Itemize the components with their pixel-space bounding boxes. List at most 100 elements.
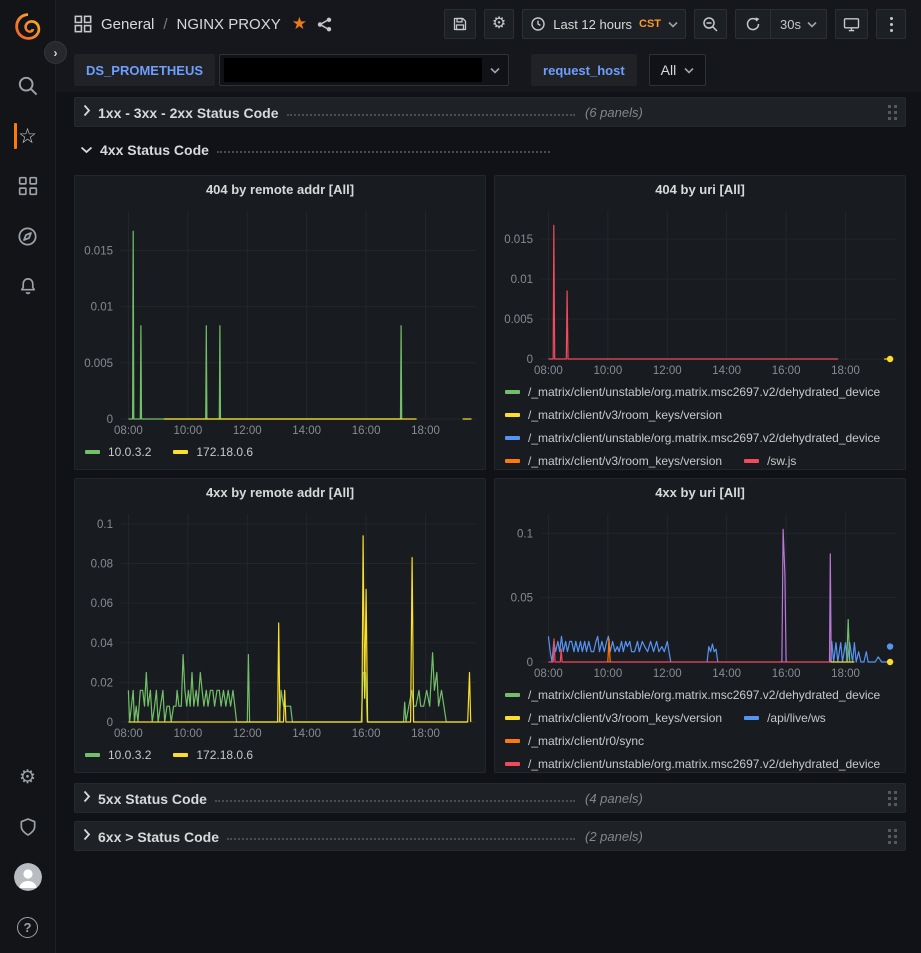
clock-icon	[530, 16, 546, 32]
legend-item[interactable]: 10.0.3.2	[85, 445, 151, 459]
legend-swatch	[85, 753, 100, 757]
sidebar-item-alerting[interactable]	[0, 274, 56, 298]
favorite-star-icon[interactable]: ★	[292, 14, 307, 34]
legend-swatch	[505, 693, 520, 697]
dashboards-grid-icon	[18, 176, 38, 196]
legend-item[interactable]: /_matrix/client/v3/room_keys/version	[505, 711, 722, 725]
chevron-down-icon	[490, 67, 500, 74]
legend-item[interactable]: 172.18.0.6	[173, 445, 253, 459]
kebab-icon	[890, 17, 893, 32]
legend-label: /_matrix/client/unstable/org.matrix.msc2…	[528, 688, 880, 702]
legend-item[interactable]: /_matrix/client/unstable/org.matrix.msc2…	[505, 757, 880, 771]
series-line	[548, 225, 838, 359]
refresh-interval-value: 30s	[780, 17, 801, 32]
legend-swatch	[505, 762, 520, 766]
row-drag-handle[interactable]	[888, 105, 897, 120]
sidebar-item-explore[interactable]	[0, 224, 56, 248]
refresh-interval-select[interactable]: 30s	[770, 10, 826, 38]
panel-title[interactable]: 4xx by remote addr [All]	[75, 479, 485, 505]
chart-canvas[interactable]: 08:0010:0012:0014:0016:0018:0000.0050.01…	[495, 202, 905, 379]
time-range-picker[interactable]: Last 12 hours CST	[522, 9, 686, 39]
row-5xx[interactable]: 5xx Status Code (4 panels)	[74, 783, 906, 813]
chart-canvas[interactable]: 08:0010:0012:0014:0016:0018:0000.0050.01…	[75, 202, 485, 439]
save-dashboard-button[interactable]	[444, 9, 476, 39]
dotted-leader	[215, 800, 575, 802]
x-tick-label: 16:00	[352, 425, 381, 437]
series-line	[128, 231, 401, 419]
cycle-view-mode-button[interactable]	[835, 9, 868, 39]
chart-canvas[interactable]: 08:0010:0012:0014:0016:0018:0000.020.040…	[75, 505, 485, 742]
shield-icon	[18, 817, 38, 837]
sidebar-item-profile[interactable]	[0, 865, 56, 889]
star-outline-icon: ☆	[18, 124, 37, 149]
legend-item[interactable]: /_matrix/client/r0/sync	[505, 734, 644, 748]
page-title[interactable]: NGINX PROXY	[177, 16, 281, 33]
row-6xx[interactable]: 6xx > Status Code (2 panels)	[74, 821, 906, 851]
variables-bar: DS_PROMETHEUS request_host All	[56, 48, 921, 92]
legend-row: 10.0.3.2 172.18.0.6	[85, 743, 475, 766]
legend-item[interactable]: /api/live/ws	[744, 711, 826, 725]
legend-item[interactable]: /sw.js	[744, 454, 796, 468]
dashboard-settings-button[interactable]: ⚙	[484, 9, 514, 39]
breadcrumb-section[interactable]: General	[101, 16, 154, 33]
x-tick-label: 18:00	[831, 668, 860, 680]
sidebar-expand-button[interactable]: ›	[44, 41, 67, 64]
more-options-button[interactable]	[876, 9, 906, 39]
sidebar-item-dashboards[interactable]	[0, 174, 56, 198]
sidebar-item-server-admin[interactable]	[0, 815, 56, 839]
app-root: › ☆	[0, 0, 921, 953]
row-1xx-3xx-2xx[interactable]: 1xx - 3xx - 2xx Status Code (6 panels)	[74, 97, 906, 127]
panel-title[interactable]: 404 by remote addr [All]	[75, 176, 485, 202]
legend-label: 10.0.3.2	[108, 748, 151, 762]
datasource-select[interactable]	[219, 54, 509, 86]
monitor-icon	[843, 16, 860, 33]
legend-item[interactable]: /_matrix/client/unstable/org.matrix.msc2…	[505, 385, 880, 399]
y-tick-label: 0.08	[91, 559, 113, 571]
refresh-button[interactable]	[736, 10, 770, 38]
grafana-logo[interactable]	[11, 10, 45, 44]
breadcrumb: General / NGINX PROXY ★	[74, 14, 333, 34]
sidebar-item-configuration[interactable]: ⚙	[0, 765, 56, 789]
legend-item[interactable]: 172.18.0.6	[173, 748, 253, 762]
y-tick-label: 0.1	[517, 528, 533, 540]
zoom-out-button[interactable]	[694, 9, 727, 39]
request-host-value: All	[661, 62, 677, 78]
chevron-down-icon	[684, 67, 694, 74]
panel-legend: 10.0.3.2 172.18.0.6	[75, 742, 485, 772]
request-host-variable-label[interactable]: request_host	[531, 54, 637, 86]
legend-item[interactable]: /_matrix/client/unstable/org.matrix.msc2…	[505, 431, 880, 445]
refresh-picker: 30s	[735, 9, 827, 39]
sidebar-bottom-group: ⚙ ?	[0, 765, 56, 953]
series-end-point	[887, 356, 893, 362]
request-host-select[interactable]: All	[649, 54, 707, 86]
row-drag-handle[interactable]	[888, 791, 897, 806]
y-tick-label: 0.005	[84, 358, 113, 370]
panel-404-by-uri: 404 by uri [All] 08:0010:0012:0014:0016:…	[494, 175, 906, 470]
legend-label: /_matrix/client/r0/sync	[528, 734, 644, 748]
legend-row: /_matrix/client/unstable/org.matrix.msc2…	[505, 426, 895, 449]
panel-legend: /_matrix/client/unstable/org.matrix.msc2…	[495, 682, 905, 772]
legend-row: /_matrix/client/unstable/org.matrix.msc2…	[505, 752, 895, 772]
y-tick-label: 0.015	[84, 245, 113, 257]
chart-canvas[interactable]: 08:0010:0012:0014:0016:0018:0000.050.1	[495, 505, 905, 682]
legend-item[interactable]: 10.0.3.2	[85, 748, 151, 762]
sidebar-item-help[interactable]: ?	[0, 915, 56, 939]
legend-row: /_matrix/client/r0/sync	[505, 729, 895, 752]
row-drag-handle[interactable]	[888, 829, 897, 844]
legend-item[interactable]: /_matrix/client/unstable/org.matrix.msc2…	[505, 688, 880, 702]
dotted-leader	[217, 151, 550, 153]
panel-title[interactable]: 4xx by uri [All]	[495, 479, 905, 505]
dashboard-header: General / NGINX PROXY ★ ⚙	[56, 0, 921, 48]
share-icon[interactable]	[316, 16, 333, 33]
sidebar-item-search[interactable]	[0, 74, 56, 98]
x-tick-label: 12:00	[233, 728, 262, 740]
row-4xx[interactable]: 4xx Status Code	[74, 135, 906, 165]
apps-grid-icon[interactable]	[74, 15, 92, 33]
y-tick-label: 0.015	[504, 234, 533, 246]
panel-title[interactable]: 404 by uri [All]	[495, 176, 905, 202]
legend-item[interactable]: /_matrix/client/v3/room_keys/version	[505, 408, 722, 422]
legend-label: /_matrix/client/v3/room_keys/version	[528, 454, 722, 468]
legend-item[interactable]: /_matrix/client/v3/room_keys/version	[505, 454, 722, 468]
datasource-variable-label[interactable]: DS_PROMETHEUS	[74, 54, 215, 86]
sidebar-item-starred[interactable]: ☆	[0, 124, 56, 148]
